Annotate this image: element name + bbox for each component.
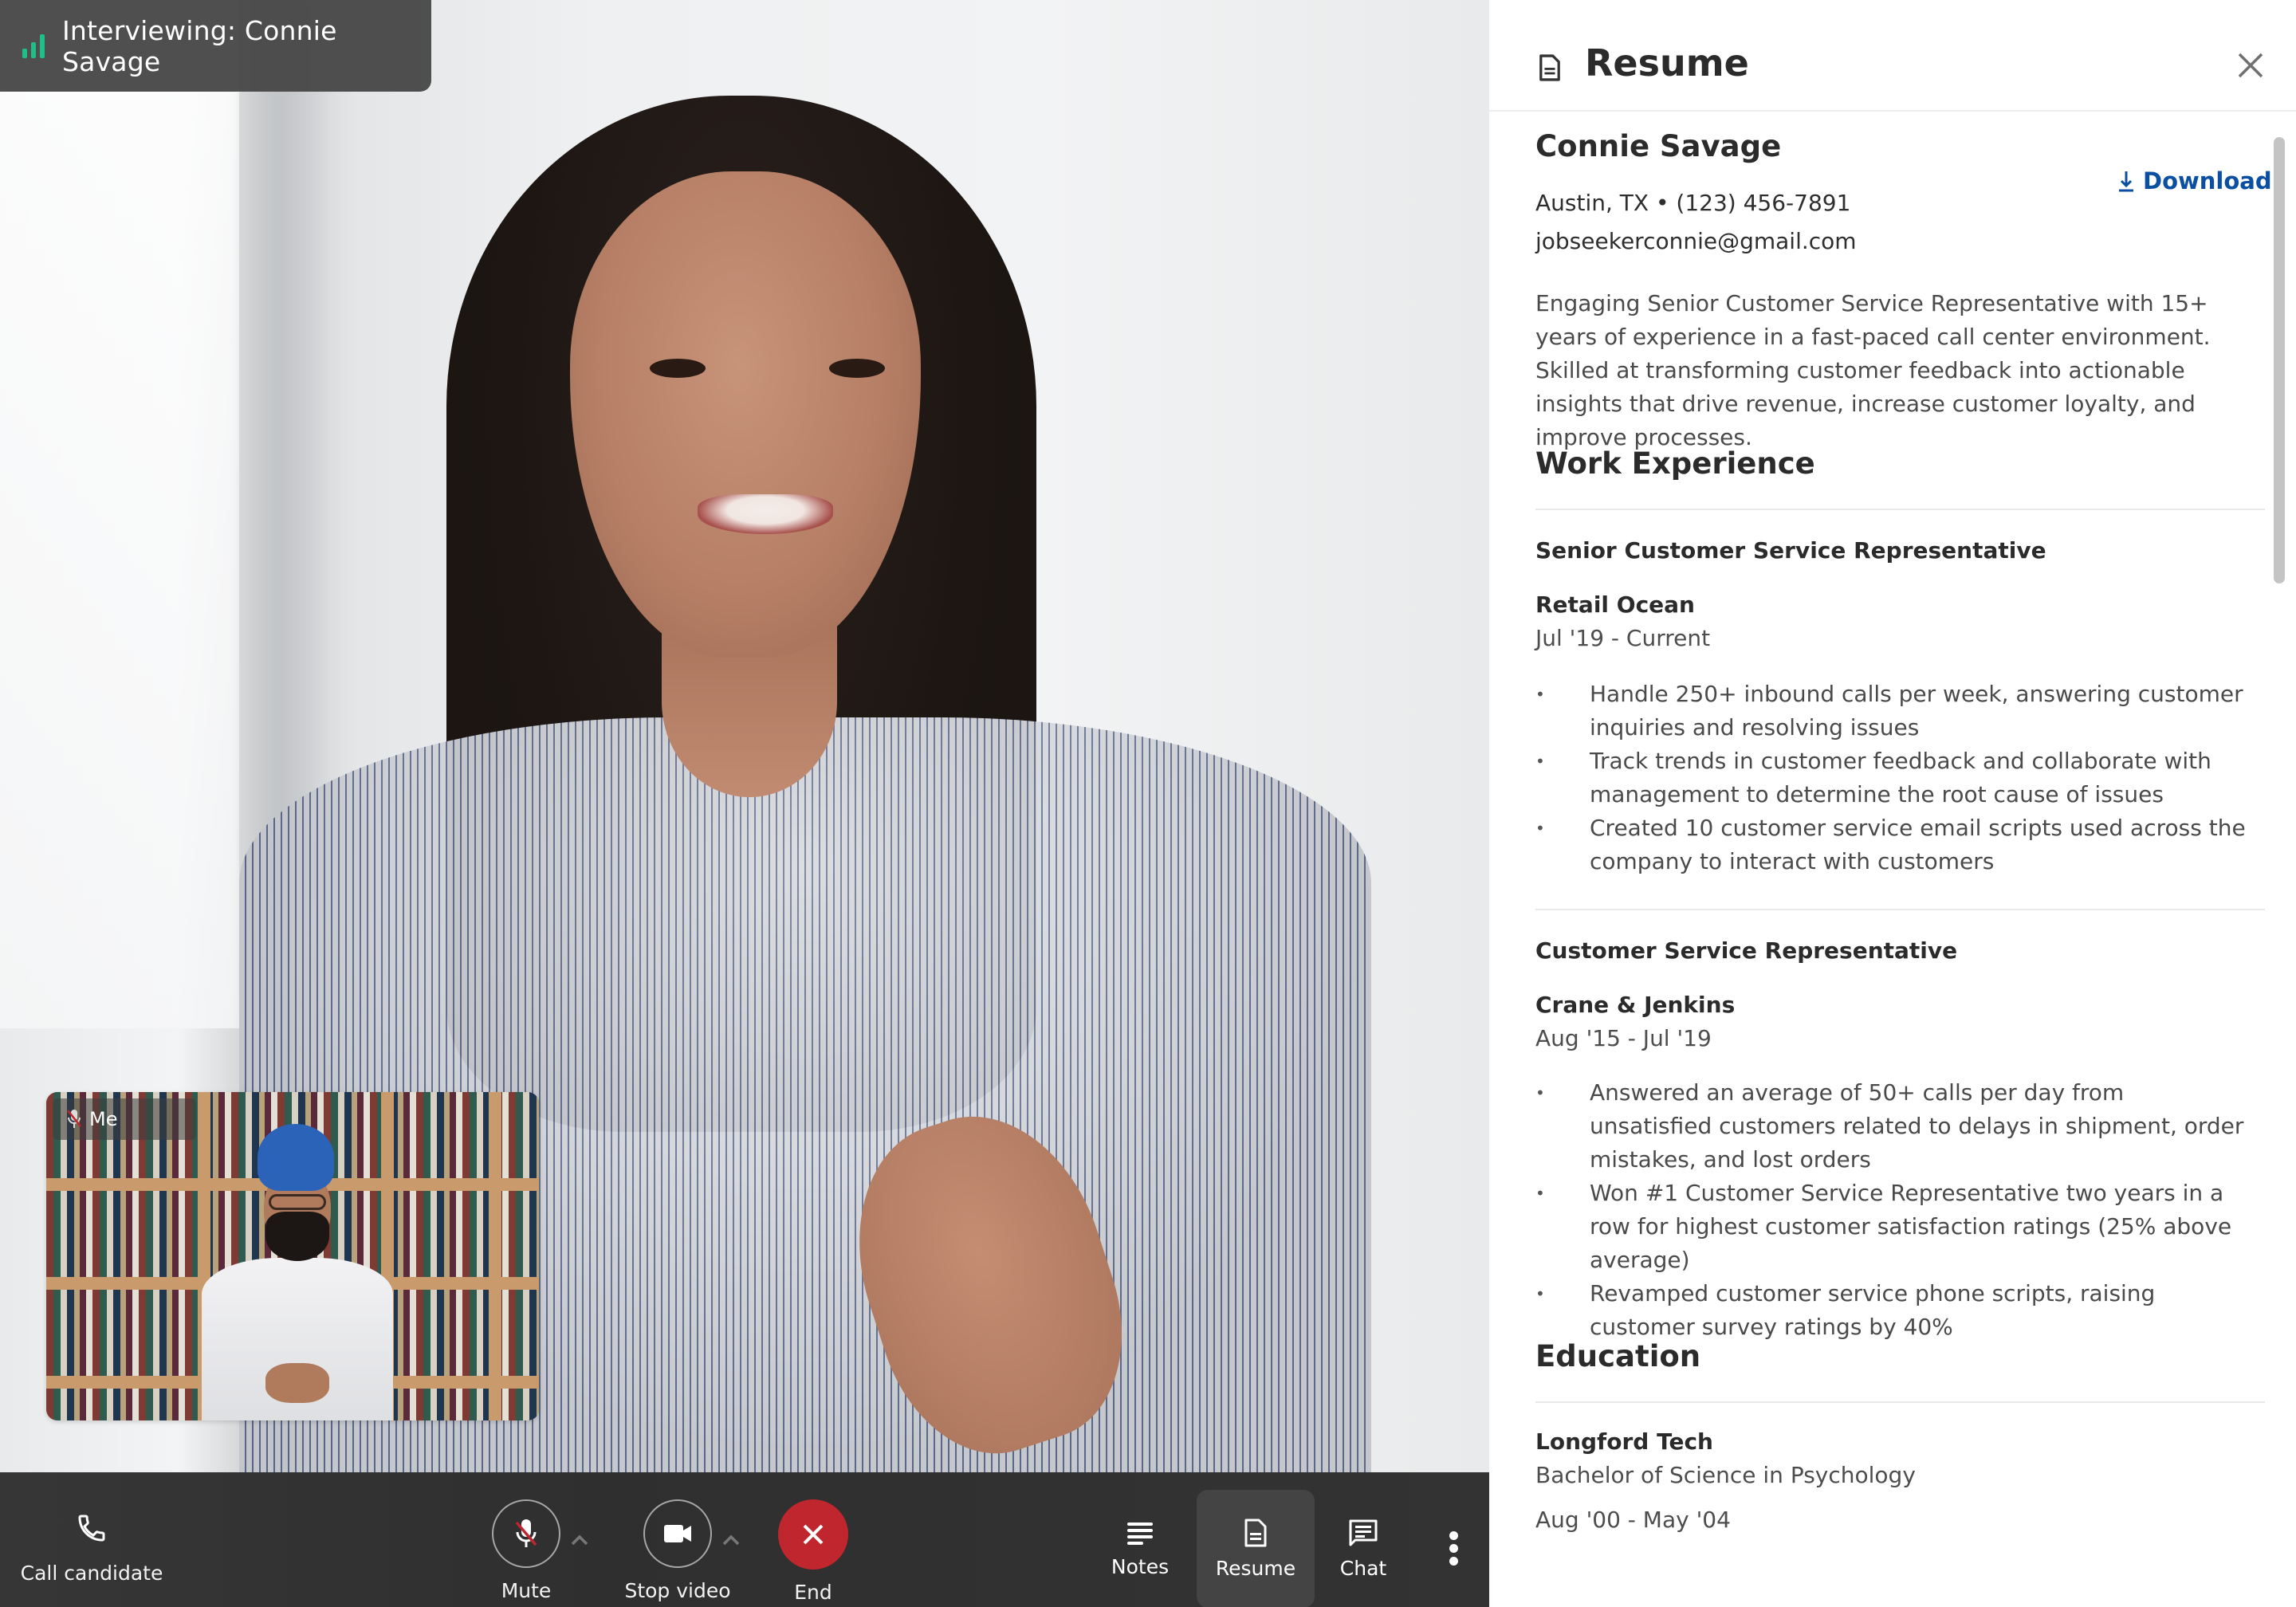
resume-button[interactable]: Resume bbox=[1197, 1490, 1315, 1607]
mute-button[interactable]: Mute bbox=[478, 1499, 574, 1602]
job-bullet: Won #1 Customer Service Representative t… bbox=[1535, 1177, 2253, 1277]
candidate-email: jobseekerconnie@gmail.com bbox=[1535, 228, 1857, 254]
candidate-name: Connie Savage bbox=[1535, 129, 1782, 163]
education-dates: Aug '00 - May '04 bbox=[1535, 1507, 1731, 1533]
stop-video-button[interactable]: Stop video bbox=[622, 1499, 733, 1602]
candidate-mouth bbox=[698, 494, 833, 534]
job-role: Customer Service Representative bbox=[1535, 937, 1958, 964]
job-dates: Aug '15 - Jul '19 bbox=[1535, 1025, 1712, 1051]
resume-summary: Engaging Senior Customer Service Represe… bbox=[1535, 290, 2211, 450]
video-options-chevron-icon[interactable] bbox=[719, 1528, 743, 1552]
end-call-button[interactable]: End bbox=[765, 1499, 861, 1604]
video-camera-icon bbox=[664, 1525, 691, 1542]
call-control-bar: Call candidate Mute Stop video End Notes… bbox=[0, 1472, 1489, 1607]
resume-scrollbar[interactable] bbox=[2274, 137, 2285, 583]
education-degree: Bachelor of Science in Psychology bbox=[1535, 1462, 1916, 1488]
connection-signal-icon bbox=[22, 33, 45, 58]
self-figure bbox=[202, 1124, 393, 1420]
interview-banner-text: Interviewing: Connie Savage bbox=[62, 14, 337, 77]
mic-muted-icon bbox=[515, 1519, 537, 1547]
notes-lines-icon bbox=[1127, 1522, 1153, 1545]
job-bullet: Answered an average of 50+ calls per day… bbox=[1535, 1076, 2253, 1177]
job-role: Senior Customer Service Representative bbox=[1535, 537, 2046, 564]
phone-icon bbox=[78, 1515, 105, 1542]
job-bullet: Track trends in customer feedback and co… bbox=[1535, 745, 2253, 811]
interview-banner: Interviewing: Connie Savage bbox=[0, 0, 431, 92]
candidate-face bbox=[570, 171, 921, 658]
mic-muted-icon bbox=[67, 1110, 81, 1128]
section-divider bbox=[1535, 509, 2265, 510]
section-divider bbox=[1535, 1401, 2265, 1403]
download-link[interactable]: Download bbox=[2117, 167, 2272, 194]
job-divider bbox=[1535, 909, 2265, 910]
panel-title: Resume bbox=[1585, 41, 1749, 84]
download-icon bbox=[2119, 171, 2133, 192]
job-dates: Jul '19 - Current bbox=[1535, 625, 1711, 651]
education-school: Longford Tech bbox=[1535, 1428, 1713, 1455]
document-icon bbox=[1244, 1519, 1267, 1546]
notes-button[interactable]: Notes bbox=[1081, 1490, 1199, 1607]
resume-panel-header: Resume bbox=[1489, 0, 2296, 112]
job-bullet: Revamped customer service phone scripts,… bbox=[1535, 1277, 2253, 1344]
section-title-work: Work Experience bbox=[1535, 446, 1815, 481]
candidate-eye bbox=[829, 359, 885, 378]
close-panel-icon[interactable] bbox=[2235, 49, 2267, 81]
mic-options-chevron-icon[interactable] bbox=[568, 1528, 592, 1552]
chat-bubble-icon bbox=[1349, 1519, 1378, 1546]
job-company: Retail Ocean bbox=[1535, 591, 1695, 618]
resume-panel: Resume Connie Savage Download Austin, TX… bbox=[1489, 0, 2296, 1607]
self-view-label: Me bbox=[53, 1098, 196, 1140]
call-candidate-button[interactable]: Call candidate bbox=[16, 1512, 167, 1585]
close-x-icon bbox=[803, 1524, 824, 1545]
self-view-video[interactable]: Me bbox=[46, 1092, 539, 1420]
document-icon bbox=[1539, 54, 1560, 81]
candidate-eye bbox=[650, 359, 706, 378]
job-bullets: Answered an average of 50+ calls per day… bbox=[1535, 1076, 2253, 1344]
job-bullets: Handle 250+ inbound calls per week, answ… bbox=[1535, 678, 2253, 878]
job-company: Crane & Jenkins bbox=[1535, 992, 1736, 1018]
job-bullet: Created 10 customer service email script… bbox=[1535, 811, 2253, 878]
section-title-education: Education bbox=[1535, 1339, 1701, 1373]
job-bullet: Handle 250+ inbound calls per week, answ… bbox=[1535, 678, 2253, 745]
candidate-location-phone: Austin, TX • (123) 456-7891 bbox=[1535, 190, 1851, 216]
more-options-icon[interactable] bbox=[1439, 1520, 1468, 1576]
chat-button[interactable]: Chat bbox=[1304, 1490, 1422, 1607]
